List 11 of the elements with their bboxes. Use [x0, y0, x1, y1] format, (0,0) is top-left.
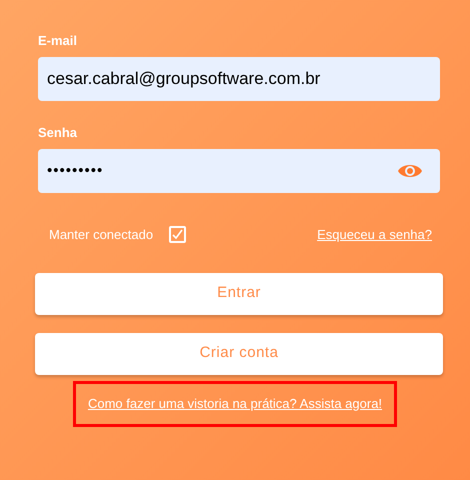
- remember-checkbox[interactable]: [169, 226, 186, 244]
- tutorial-link[interactable]: Como fazer uma vistoria na prática? Assista agora!: [88, 396, 382, 410]
- action-button[interactable]: Entrar: [35, 272, 443, 314]
- password-field[interactable]: •••••••••: [38, 149, 440, 193]
- eye-icon[interactable]: [397, 162, 423, 180]
- action-button[interactable]: Criar conta: [35, 332, 443, 374]
- field-label: E-mail: [38, 32, 78, 49]
- email-field[interactable]: cesar.cabral@groupsoftware.com.br: [38, 57, 440, 101]
- checkbox-label: Manter conectado: [49, 226, 154, 244]
- forgot-password-link[interactable]: Esqueceu a senha?: [317, 225, 432, 244]
- field-label: Senha: [38, 124, 78, 141]
